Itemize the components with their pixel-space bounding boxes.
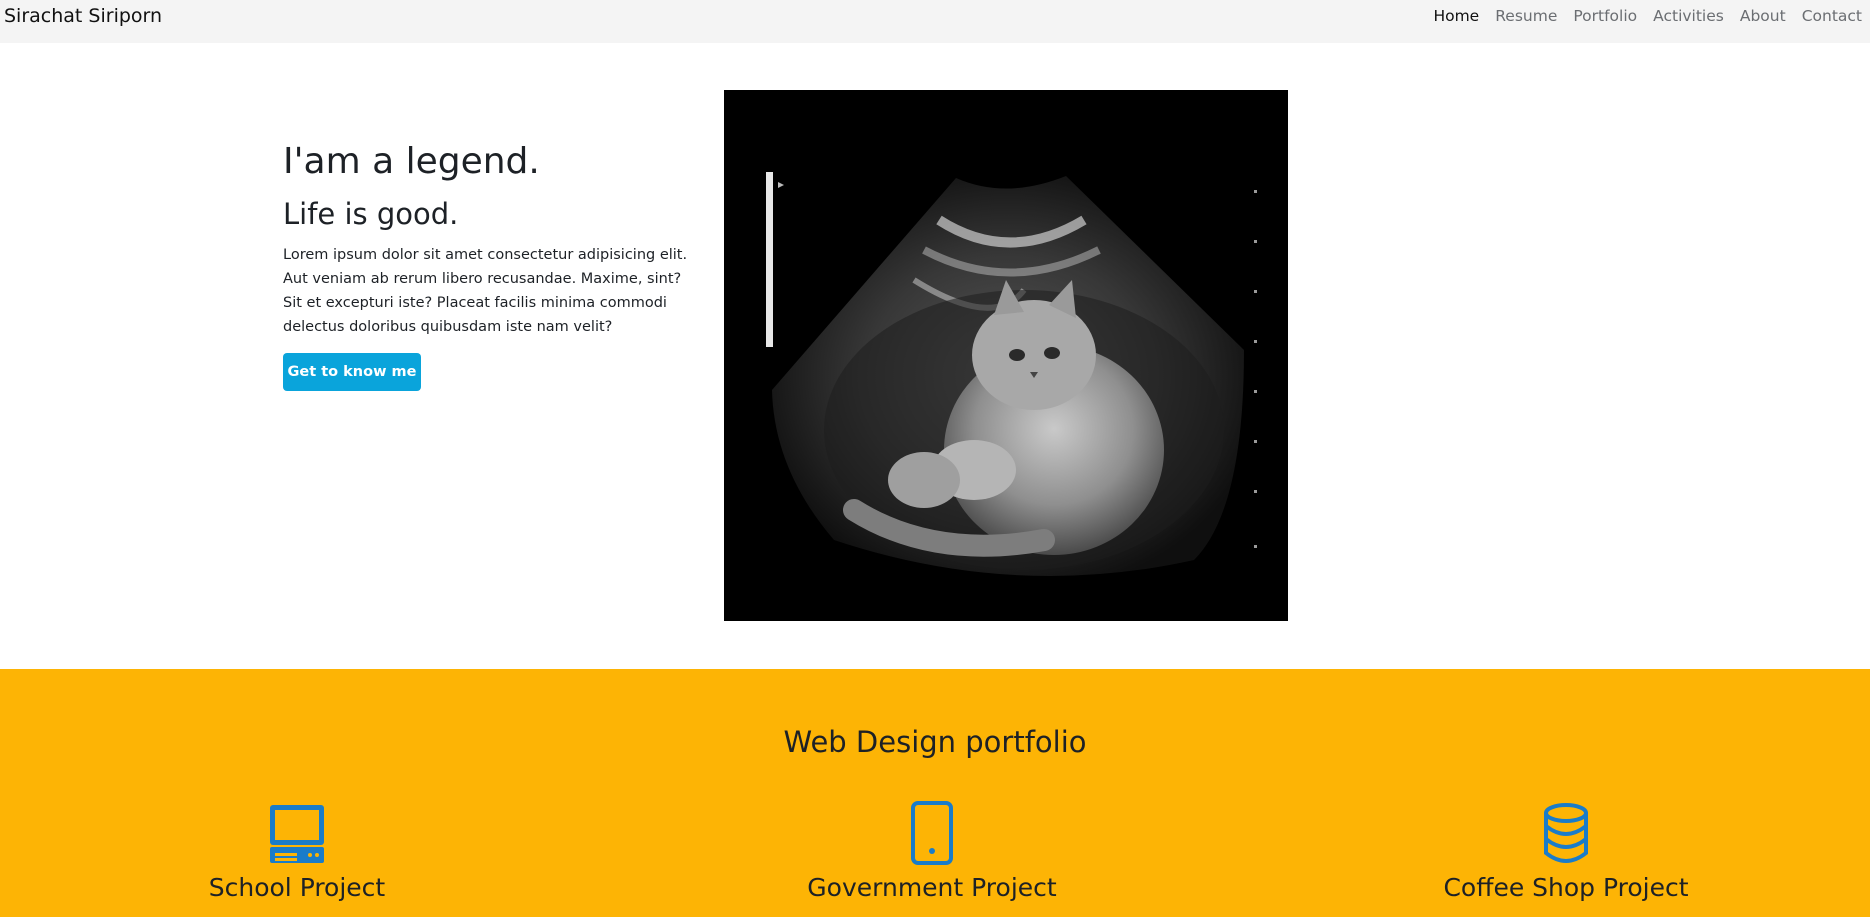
project-name: School Project xyxy=(208,873,386,902)
nav-link-contact[interactable]: Contact xyxy=(1794,7,1870,25)
nav-link-portfolio[interactable]: Portfolio xyxy=(1565,7,1645,25)
project-name: Government Project xyxy=(807,873,1057,902)
cat-ultrasound-image xyxy=(724,90,1288,621)
project-name: Coffee Shop Project xyxy=(1443,873,1689,902)
hero-title: I'am a legend. xyxy=(283,141,540,182)
project-card-school[interactable]: School Project xyxy=(87,799,507,903)
brand-link[interactable]: Sirachat Siriporn xyxy=(4,5,162,27)
desktop-computer-icon xyxy=(263,799,331,867)
database-icon xyxy=(1532,799,1600,867)
nav-link-about[interactable]: About xyxy=(1732,7,1794,25)
ultrasound-graphic xyxy=(724,90,1288,621)
hero-description: Lorem ipsum dolor sit amet consectetur a… xyxy=(283,247,688,335)
portfolio-section: Web Design portfolio School Project Gove… xyxy=(0,669,1870,917)
get-to-know-me-button[interactable]: Get to know me xyxy=(283,353,421,391)
nav-link-activities[interactable]: Activities xyxy=(1645,7,1732,25)
mobile-phone-icon xyxy=(898,799,966,867)
hero-subtitle: Life is good. xyxy=(283,197,459,231)
project-card-coffee-shop[interactable]: Coffee Shop Project xyxy=(1356,799,1776,903)
navbar: Sirachat Siriporn Home Resume Portfolio … xyxy=(0,0,1870,43)
project-card-government[interactable]: Government Project xyxy=(722,799,1142,903)
nav-link-resume[interactable]: Resume xyxy=(1487,7,1565,25)
portfolio-title: Web Design portfolio xyxy=(783,725,1087,759)
nav-links: Home Resume Portfolio Activities About C… xyxy=(1425,0,1870,32)
nav-link-home[interactable]: Home xyxy=(1425,7,1487,25)
